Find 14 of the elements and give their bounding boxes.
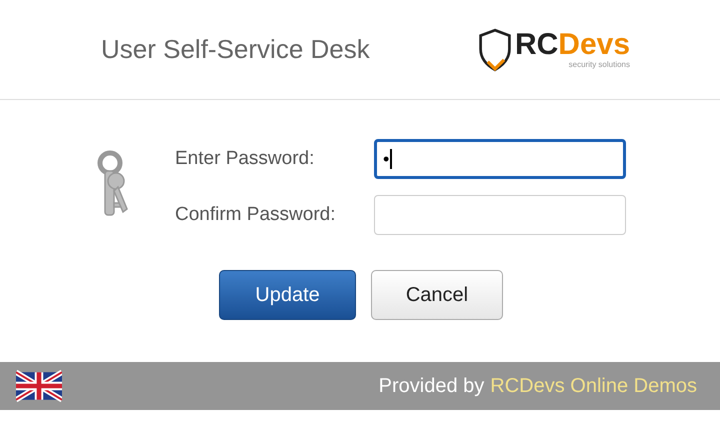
password-field[interactable] (374, 195, 626, 235)
cancel-button[interactable]: Cancel (371, 270, 503, 320)
flag-icon[interactable] (16, 369, 62, 403)
logo-text: Devs (558, 28, 630, 61)
keys-icon (96, 149, 130, 219)
shield-logo-icon (476, 26, 513, 72)
footer-text: Provided by (378, 374, 484, 398)
page-title: User Self-Service Desk (101, 34, 370, 65)
password-field[interactable]: • (374, 139, 626, 179)
logo-tagline: security solutions (568, 60, 630, 69)
update-button[interactable]: Update (219, 270, 356, 320)
logo-text: RC (514, 28, 558, 61)
field-label: Enter Password: (175, 148, 316, 170)
field-label: Confirm Password: (175, 204, 336, 226)
